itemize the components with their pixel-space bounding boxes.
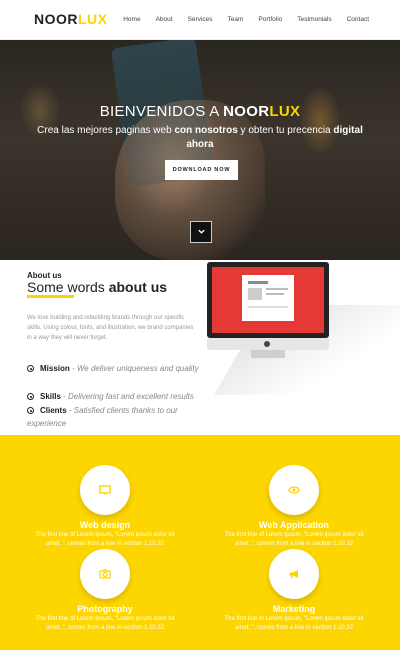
service-marketing-circle[interactable]	[269, 549, 319, 599]
feature-mission: Mission - We deliver uniqueness and qual…	[27, 362, 202, 375]
logo[interactable]: NOORLUX	[34, 11, 108, 27]
navbar: NOORLUX Home About Services Team Portfol…	[0, 0, 400, 40]
service-web-design-circle[interactable]	[80, 465, 130, 515]
feature-skills: Skills - Delivering fast and excellent r…	[27, 390, 202, 403]
service-title: Photography	[77, 604, 133, 614]
about-title-bold: about us	[108, 279, 168, 295]
hero-title: BIENVENIDOS A NOORLUX	[0, 103, 400, 120]
hero-sub-part-2: y obten tu precencia	[237, 125, 334, 136]
nav-item-home[interactable]: Home	[123, 16, 140, 23]
service-desc: The first line of Lorem Ipsum, "Lorem ip…	[35, 616, 175, 631]
about-text: We love building and rebuilding brands t…	[27, 315, 194, 341]
download-now-button[interactable]: DOWNLOAD NOW	[165, 160, 238, 180]
megaphone-icon	[269, 549, 319, 599]
nav-item-contact[interactable]: Contact	[347, 16, 369, 23]
monitor-screen	[212, 267, 324, 333]
feature-name: Skills	[40, 392, 61, 401]
feature-clients: Clients - Satisfied clients thanks to ou…	[27, 404, 202, 430]
bullet-icon	[27, 393, 34, 400]
feature-desc: - Delivering fast and excellent results	[60, 392, 194, 401]
eye-icon	[269, 465, 319, 515]
about-title: Some words about us	[27, 279, 167, 295]
service-desc: The first line of Lorem Ipsum, "Lorem ip…	[224, 532, 364, 547]
hero-brand: NOORLUX	[223, 103, 300, 120]
hero-welcome: BIENVENIDOS A	[99, 103, 224, 120]
hero-subtitle: Crea las mejores paginas web con nosotro…	[30, 124, 370, 152]
nav-item-team[interactable]: Team	[228, 16, 244, 23]
about-underline-bar	[27, 295, 74, 298]
hero-sub-part-1: Crea las mejores paginas web	[37, 125, 175, 136]
bullet-icon	[27, 407, 34, 414]
monitor-chin	[207, 338, 329, 350]
monitor-image	[207, 262, 329, 338]
nav-menu: Home About Services Team Portfolio Testm…	[108, 16, 369, 23]
scroll-down-button[interactable]	[190, 221, 212, 243]
logo-main: NOOR	[34, 11, 78, 27]
bullet-icon	[27, 365, 34, 372]
logo-accent: LUX	[78, 11, 108, 27]
monitor-stand	[251, 350, 285, 358]
service-title: Web Application	[258, 520, 329, 530]
service-desc: The first line of Lorem Ipsum, "Lorem ip…	[224, 616, 364, 631]
hero-sub-bold-1: con nosotros	[174, 125, 238, 136]
service-title: Marketing	[272, 604, 316, 614]
feature-name: Clients	[40, 406, 67, 415]
hero-brand-main: NOOR	[223, 103, 270, 120]
service-title: Web design	[79, 520, 131, 530]
nav-item-portfolio[interactable]: Portfolio	[258, 16, 282, 23]
feature-name: Mission	[40, 364, 70, 373]
screen-webpage	[242, 275, 294, 321]
service-desc: The first line of Lorem Ipsum, "Lorem ip…	[35, 532, 175, 547]
nav-item-services[interactable]: Services	[188, 16, 213, 23]
service-photography-circle[interactable]	[80, 549, 130, 599]
apple-logo-icon	[264, 341, 270, 347]
monitor-icon	[80, 465, 130, 515]
hero-brand-accent: LUX	[269, 103, 301, 120]
camera-icon	[80, 549, 130, 599]
about-title-light: Some words	[27, 279, 109, 295]
service-web-application-circle[interactable]	[269, 465, 319, 515]
feature-desc: - We deliver uniqueness and quality	[69, 364, 199, 373]
nav-item-about[interactable]: About	[156, 16, 173, 23]
nav-item-testimonials[interactable]: Testmonials	[297, 16, 331, 23]
chevron-down-icon	[197, 229, 205, 234]
